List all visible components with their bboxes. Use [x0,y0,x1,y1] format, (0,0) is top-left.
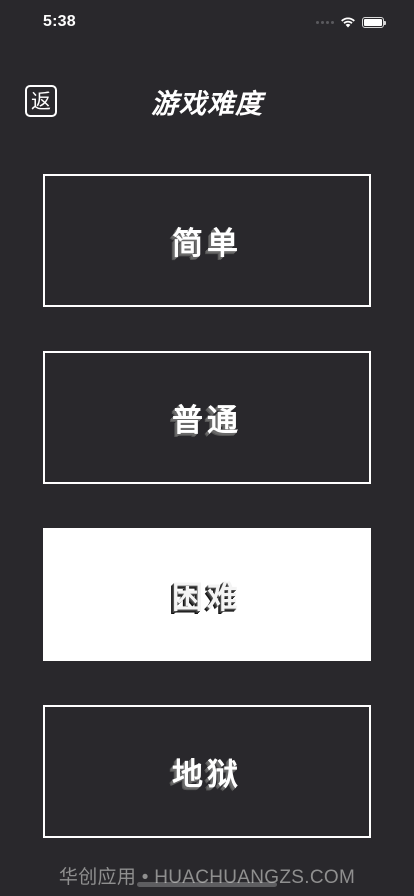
home-indicator[interactable] [137,882,277,887]
difficulty-hard-button[interactable]: 困难 [43,528,371,661]
difficulty-normal-button[interactable]: 普通 [43,351,371,484]
difficulty-label: 地狱 [172,757,242,793]
signal-icon [316,20,334,24]
wifi-icon [340,13,356,32]
status-bar: 5:38 [0,0,414,44]
status-time: 5:38 [43,13,76,30]
difficulty-easy-button[interactable]: 简单 [43,174,371,307]
page-title: 游戏难度 [151,89,263,120]
status-icons [316,13,386,32]
difficulty-hell-button[interactable]: 地狱 [43,705,371,838]
difficulty-label: 困难 [172,580,242,616]
difficulty-list: 简单 普通 困难 地狱 [43,174,371,882]
difficulty-label: 普通 [172,403,242,439]
difficulty-label: 简单 [172,226,242,262]
battery-icon [362,16,386,28]
